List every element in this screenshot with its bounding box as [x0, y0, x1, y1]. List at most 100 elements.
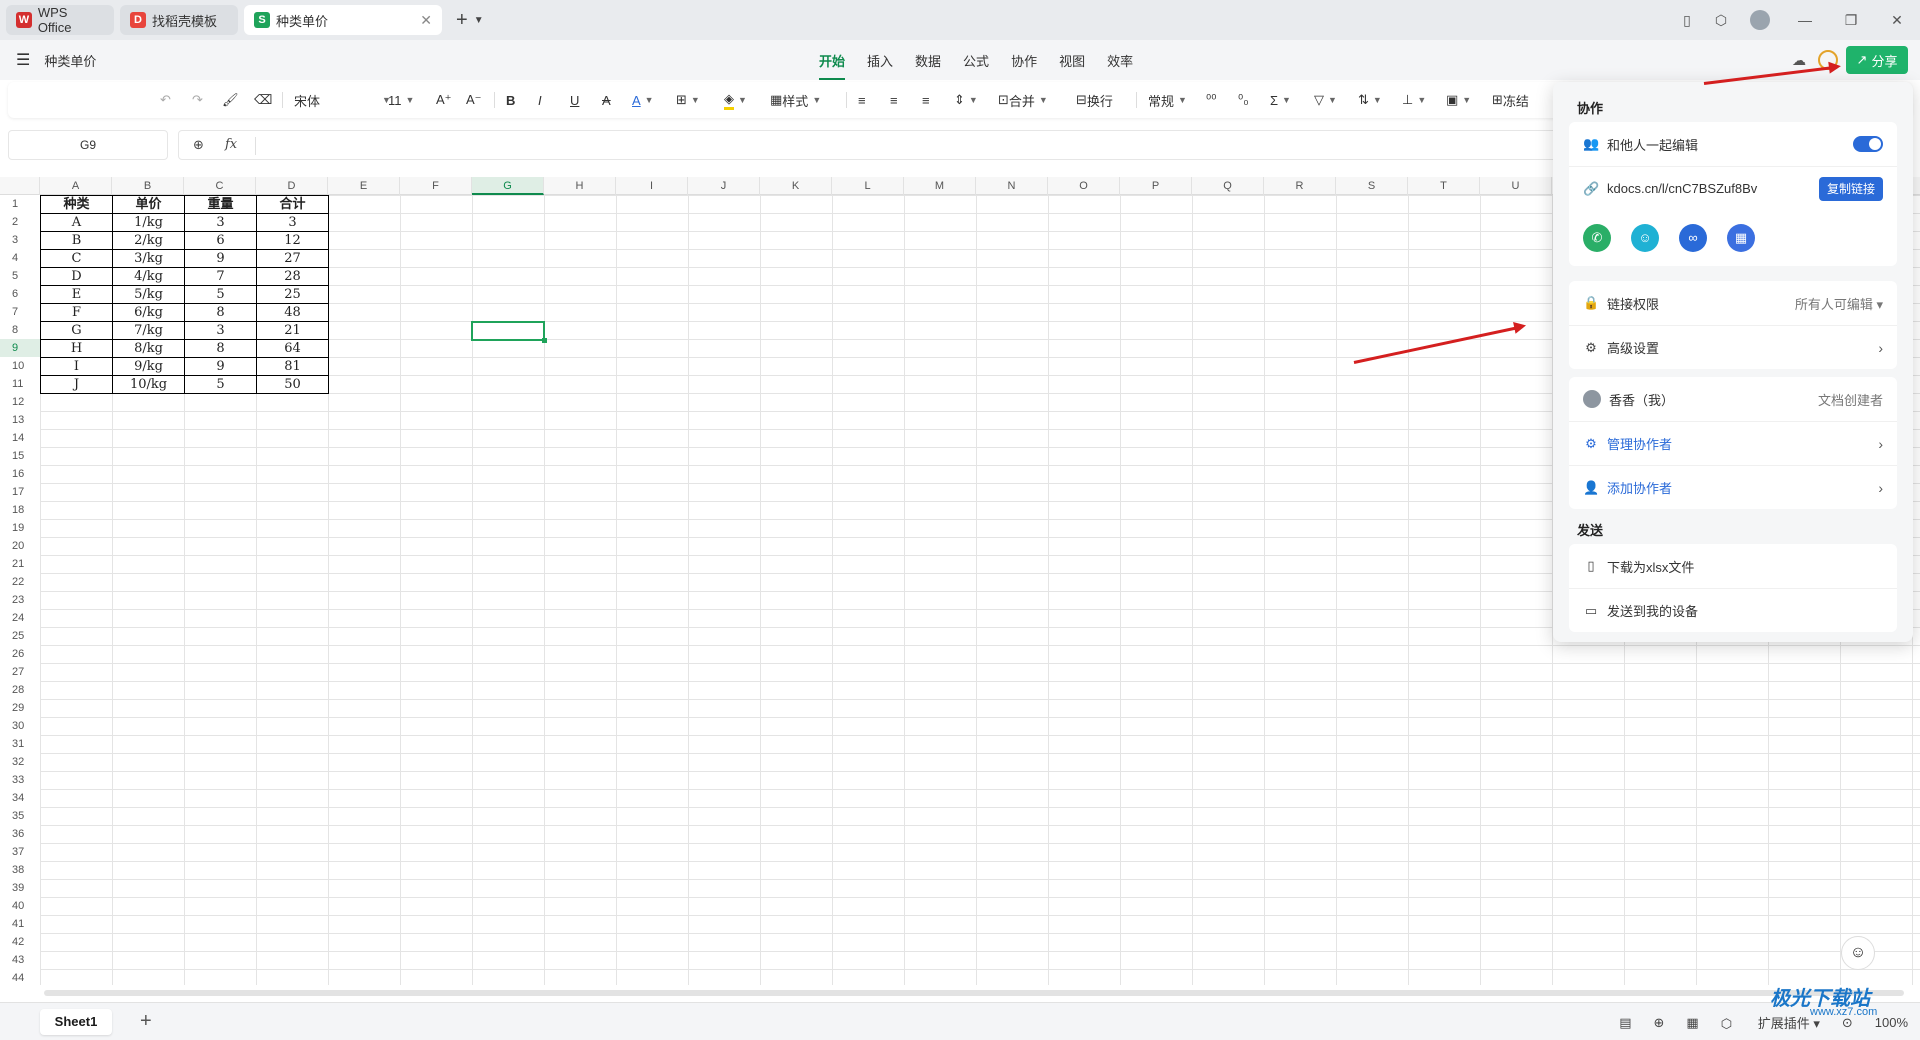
- column-header-i[interactable]: I: [616, 177, 688, 195]
- header-cell[interactable]: 重量: [184, 195, 257, 214]
- row-header-9[interactable]: 9: [0, 339, 40, 357]
- row-header-12[interactable]: 12: [0, 393, 40, 411]
- row-header-20[interactable]: 20: [0, 537, 40, 555]
- column-header-g[interactable]: G: [472, 177, 544, 195]
- row-header-3[interactable]: 3: [0, 231, 40, 249]
- row-header-2[interactable]: 2: [0, 213, 40, 231]
- ribbon-tab-home[interactable]: 开始: [819, 51, 846, 80]
- row-header-23[interactable]: 23: [0, 591, 40, 609]
- vertical-align-icon[interactable]: ⇕ ▼: [954, 82, 978, 118]
- column-header-t[interactable]: T: [1408, 177, 1480, 195]
- sheet-tab-sheet1[interactable]: Sheet1: [40, 1009, 112, 1035]
- row-header-29[interactable]: 29: [0, 699, 40, 717]
- share-button[interactable]: ↗ 分享: [1846, 46, 1908, 74]
- column-header-j[interactable]: J: [688, 177, 760, 195]
- table-cell[interactable]: 9: [184, 249, 257, 268]
- tab-wps-office[interactable]: W WPS Office: [6, 5, 114, 35]
- column-header-l[interactable]: L: [832, 177, 904, 195]
- cloud-sync-icon[interactable]: ☁: [1792, 52, 1806, 69]
- align-right-icon[interactable]: ≡: [922, 82, 930, 118]
- decimal-decrease-icon[interactable]: ⁰₀: [1238, 82, 1249, 118]
- table-cell[interactable]: J: [40, 375, 113, 394]
- row-header-17[interactable]: 17: [0, 483, 40, 501]
- font-color-icon[interactable]: A ▼: [632, 82, 654, 118]
- table-cell[interactable]: 4/kg: [112, 267, 185, 286]
- column-header-a[interactable]: A: [40, 177, 112, 195]
- row-header-11[interactable]: 11: [0, 375, 40, 393]
- close-window-button[interactable]: ✕: [1874, 12, 1920, 29]
- row-header-14[interactable]: 14: [0, 429, 40, 447]
- row-header-13[interactable]: 13: [0, 411, 40, 429]
- row-header-39[interactable]: 39: [0, 879, 40, 897]
- filter-icon[interactable]: ▽ ▼: [1314, 82, 1337, 118]
- align-left-icon[interactable]: ≡: [858, 82, 866, 118]
- column-header-o[interactable]: O: [1048, 177, 1120, 195]
- table-cell[interactable]: F: [40, 303, 113, 322]
- layout-icon[interactable]: ▯: [1670, 12, 1704, 29]
- italic-icon[interactable]: I: [538, 82, 542, 118]
- table-cell[interactable]: 6: [184, 231, 257, 250]
- align-center-icon[interactable]: ≡: [890, 82, 898, 118]
- table-cell[interactable]: 10/kg: [112, 375, 185, 394]
- row-header-22[interactable]: 22: [0, 573, 40, 591]
- sort-icon[interactable]: ⇅ ▼: [1358, 82, 1382, 118]
- send-device-row[interactable]: ▭ 发送到我的设备: [1569, 588, 1897, 632]
- column-header-d[interactable]: D: [256, 177, 328, 195]
- permission-value[interactable]: 所有人可编辑 ▾: [1795, 294, 1883, 313]
- qq-icon[interactable]: ☺: [1631, 224, 1659, 252]
- zoom-level[interactable]: 100%: [1875, 1015, 1908, 1030]
- row-header-31[interactable]: 31: [0, 735, 40, 753]
- table-cell[interactable]: H: [40, 339, 113, 358]
- redo-icon[interactable]: ↷: [192, 82, 203, 118]
- minimize-button[interactable]: —: [1782, 12, 1828, 28]
- column-header-c[interactable]: C: [184, 177, 256, 195]
- column-header-e[interactable]: E: [328, 177, 400, 195]
- table-cell[interactable]: 6/kg: [112, 303, 185, 322]
- table-cell[interactable]: 1/kg: [112, 213, 185, 232]
- zoom-search-icon[interactable]: ⊕: [193, 137, 204, 153]
- ribbon-tab-efficiency[interactable]: 效率: [1107, 51, 1133, 70]
- increase-font-icon[interactable]: A⁺: [436, 82, 452, 118]
- font-size-select[interactable]: 11 ▼: [388, 82, 414, 118]
- column-header-n[interactable]: N: [976, 177, 1048, 195]
- freeze-button[interactable]: ⊞ 冻结: [1492, 82, 1529, 118]
- table-cell[interactable]: B: [40, 231, 113, 250]
- row-header-35[interactable]: 35: [0, 807, 40, 825]
- table-cell[interactable]: 27: [256, 249, 329, 268]
- table-cell[interactable]: 8: [184, 303, 257, 322]
- fill-color-icon[interactable]: ◈ ▼: [724, 82, 747, 118]
- ribbon-tab-view[interactable]: 视图: [1059, 51, 1085, 70]
- decimal-increase-icon[interactable]: ⁰⁰: [1206, 82, 1216, 118]
- column-header-u[interactable]: U: [1480, 177, 1552, 195]
- table-cell[interactable]: D: [40, 267, 113, 286]
- picture-icon[interactable]: ▣ ▼: [1446, 82, 1471, 118]
- ribbon-tab-collab[interactable]: 协作: [1011, 51, 1037, 70]
- permission-row[interactable]: 🔒 链接权限 所有人可编辑 ▾: [1569, 281, 1897, 325]
- table-cell[interactable]: 3: [256, 213, 329, 232]
- eraser-icon[interactable]: ⌫: [254, 82, 272, 118]
- column-header-b[interactable]: B: [112, 177, 184, 195]
- column-header-r[interactable]: R: [1264, 177, 1336, 195]
- row-header-5[interactable]: 5: [0, 267, 40, 285]
- table-cell[interactable]: 3/kg: [112, 249, 185, 268]
- row-header-40[interactable]: 40: [0, 897, 40, 915]
- sum-icon[interactable]: Σ ▼: [1270, 82, 1291, 118]
- strikethrough-icon[interactable]: A: [602, 82, 611, 118]
- table-check-icon[interactable]: ▤: [1619, 1015, 1631, 1031]
- header-cell[interactable]: 单价: [112, 195, 185, 214]
- tab-docer-templates[interactable]: D 找稻壳模板: [120, 5, 238, 35]
- row-header-30[interactable]: 30: [0, 717, 40, 735]
- add-collaborator-row[interactable]: 👤 添加协作者 ›: [1569, 465, 1897, 509]
- user-avatar[interactable]: [1750, 10, 1770, 30]
- table-cell[interactable]: 12: [256, 231, 329, 250]
- table-cell[interactable]: 81: [256, 357, 329, 376]
- table-cell[interactable]: 8: [184, 339, 257, 358]
- row-header-42[interactable]: 42: [0, 933, 40, 951]
- table-cell[interactable]: 3: [184, 321, 257, 340]
- table-cell[interactable]: G: [40, 321, 113, 340]
- table-cell[interactable]: 2/kg: [112, 231, 185, 250]
- extensions-button[interactable]: ⬡ 扩展插件 ▾: [1721, 1013, 1820, 1032]
- table-cell[interactable]: E: [40, 285, 113, 304]
- link-share-icon[interactable]: ∞: [1679, 224, 1707, 252]
- row-header-1[interactable]: 1: [0, 195, 40, 213]
